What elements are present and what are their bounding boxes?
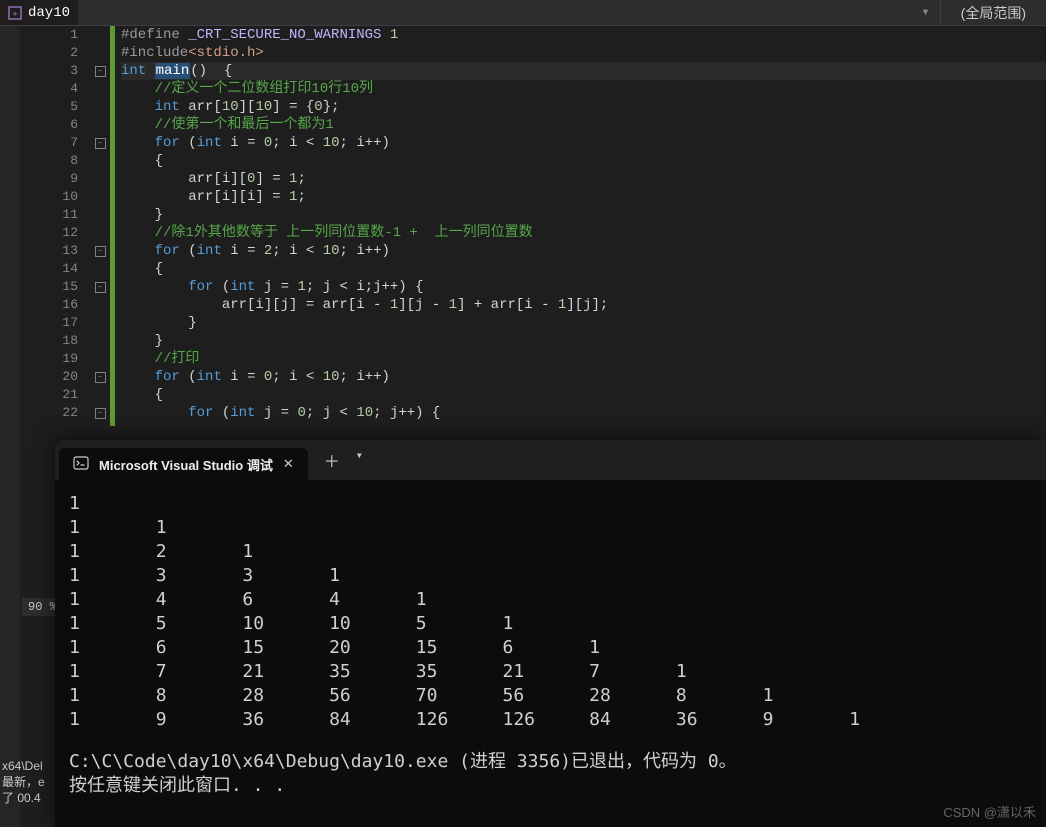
tab-dropdown-icon[interactable]: ▾ [911,0,939,25]
code-editor[interactable]: 12345678910111213141516171819202122 −−−−… [20,26,1046,426]
fold-toggle[interactable]: − [95,138,106,149]
scope-label: (全局范围) [961,3,1026,23]
fold-toggle[interactable]: − [95,66,106,77]
left-sidebar [0,26,20,827]
cpp-file-icon: + [8,6,22,20]
new-tab-button[interactable]: ＋ [324,448,340,472]
fold-column[interactable]: − − − − − − [90,26,110,426]
close-icon[interactable]: ✕ [283,456,294,472]
fold-toggle[interactable]: − [95,246,106,257]
terminal-controls: ＋ ▾ [324,448,363,472]
terminal-tab-title: Microsoft Visual Studio 调试 [99,455,273,474]
file-name: day10 [28,5,70,21]
fold-toggle[interactable]: − [95,282,106,293]
terminal-titlebar[interactable]: Microsoft Visual Studio 调试 ✕ ＋ ▾ [55,440,1046,480]
top-bar: + day10 ▾ (全局范围) [0,0,1046,26]
build-output: x64\Del 最新，e 了 00.4 [2,758,45,806]
fold-toggle[interactable]: − [95,372,106,383]
terminal-tab[interactable]: Microsoft Visual Studio 调试 ✕ [59,448,308,480]
file-tab[interactable]: + day10 [0,0,78,25]
scope-dropdown[interactable]: (全局范围) [941,0,1046,25]
tab-filler: ▾ [78,0,940,25]
code-content[interactable]: #define _CRT_SECURE_NO_WARNINGS 1#includ… [115,26,1046,426]
terminal-icon [73,455,89,474]
fold-toggle[interactable]: − [95,408,106,419]
line-number-gutter: 12345678910111213141516171819202122 [20,26,90,426]
terminal-output[interactable]: 11 11 2 11 3 3 11 4 6 4 11 5 10 10 5 11 … [55,480,1046,810]
debug-console-window[interactable]: Microsoft Visual Studio 调试 ✕ ＋ ▾ 11 11 2… [55,440,1046,827]
tab-dropdown-button[interactable]: ▾ [356,448,363,472]
svg-text:+: + [13,10,18,19]
watermark: CSDN @潇以禾 [943,802,1036,821]
